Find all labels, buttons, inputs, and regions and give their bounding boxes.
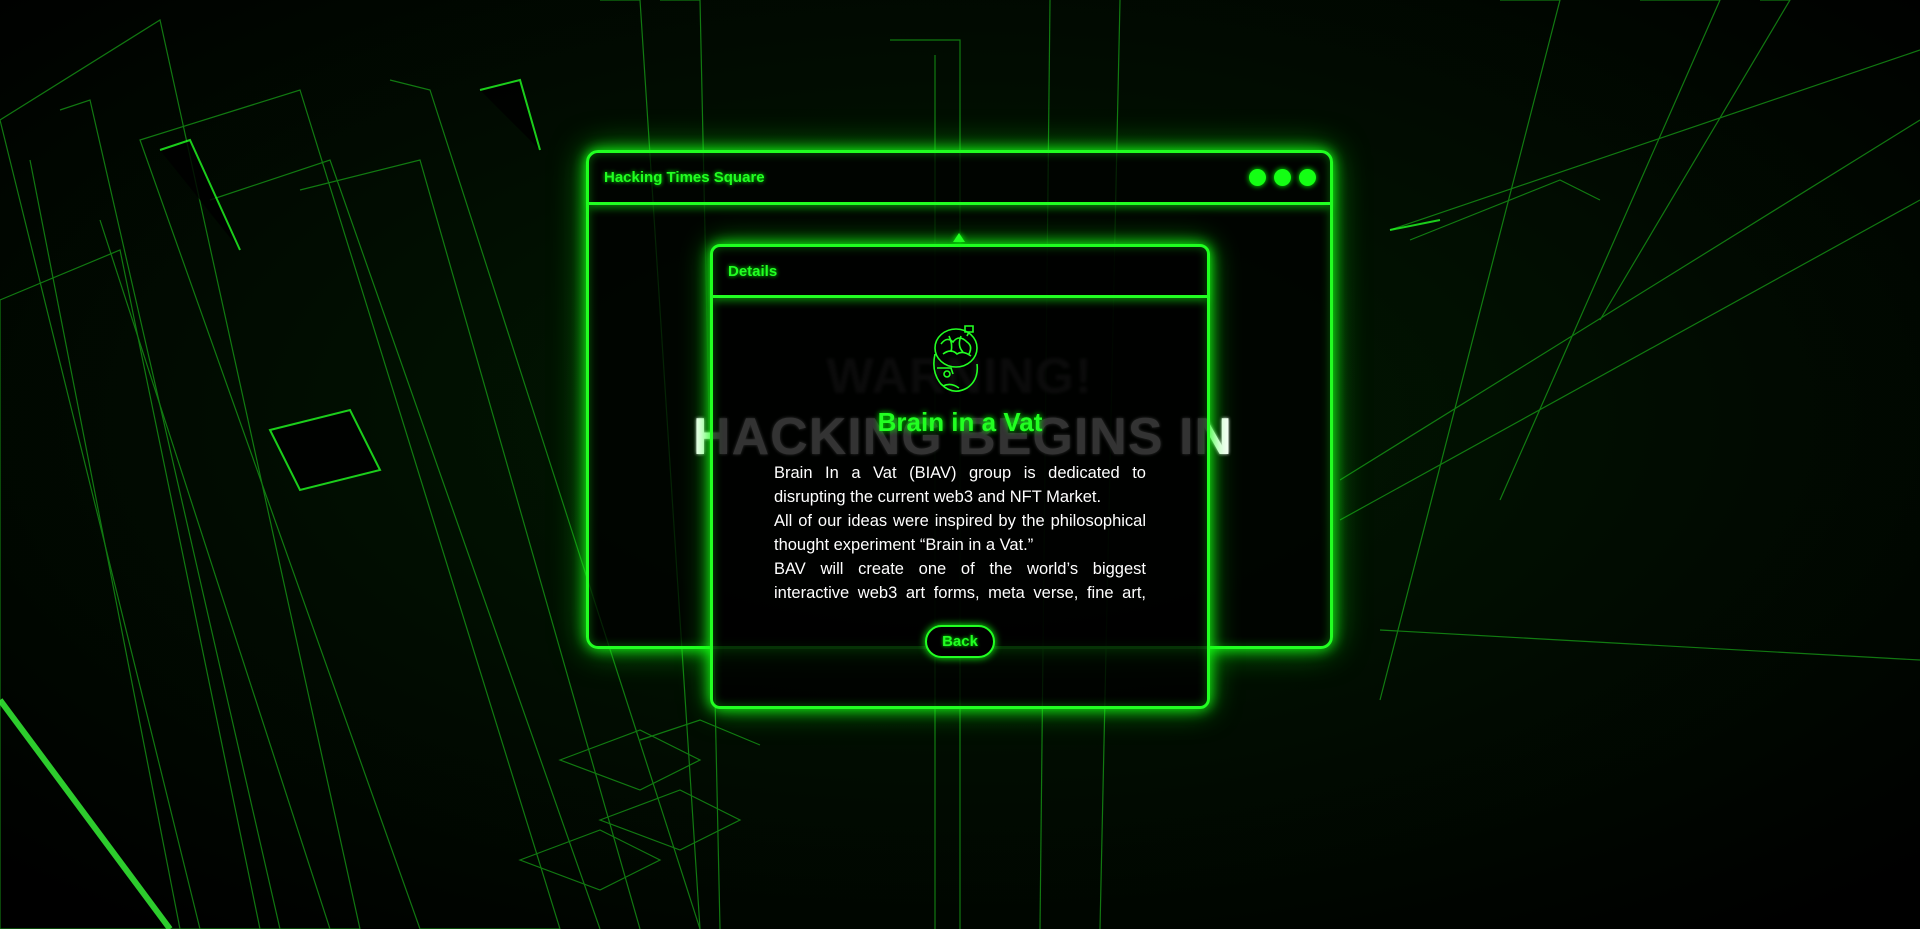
dialog-heading: Brain in a Vat <box>877 407 1043 437</box>
description-text: Brain In a Vat (BIAV) group is dedicated… <box>774 461 1146 602</box>
window-title: Hacking Times Square <box>604 169 765 186</box>
back-button[interactable]: Back <box>925 625 995 658</box>
maximize-dot[interactable] <box>1274 169 1291 186</box>
minimize-dot[interactable] <box>1249 169 1266 186</box>
details-title: Details <box>728 262 778 280</box>
description-paragraph: All of our ideas were inspired by the ph… <box>774 512 1146 554</box>
description-paragraph: BAV will create one of the world’s bigge… <box>774 560 1146 602</box>
close-dot[interactable] <box>1299 169 1316 186</box>
description-paragraph: Brain In a Vat (BIAV) group is dedicated… <box>774 464 1146 506</box>
dialog-pointer <box>953 233 965 242</box>
details-dialog: Details Brain in a Vat Brain In a Vat (B… <box>710 233 1210 709</box>
brain-in-vat-icon <box>933 325 979 392</box>
main-titlebar: Hacking Times Square <box>589 153 1330 205</box>
window-controls <box>1249 169 1316 186</box>
details-titlebar: Details <box>713 247 1207 298</box>
